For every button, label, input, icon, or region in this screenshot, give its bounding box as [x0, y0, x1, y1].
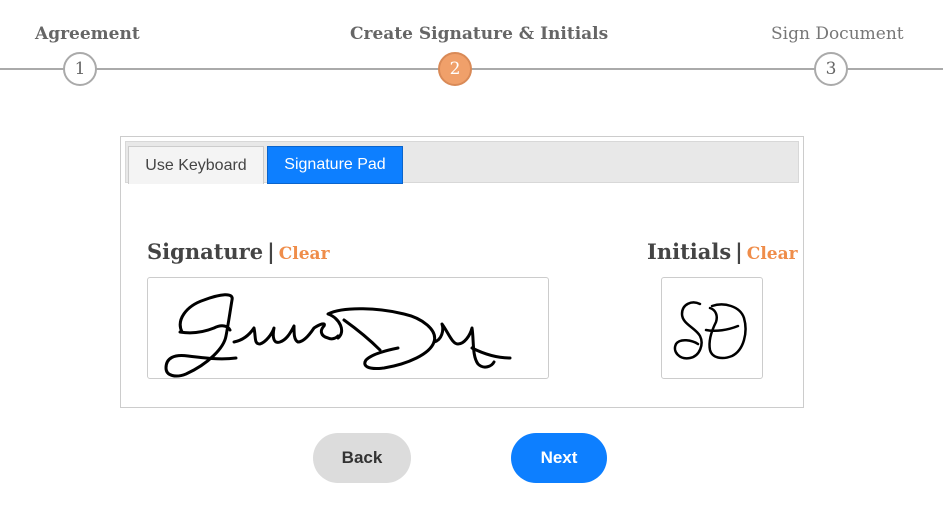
- signature-card: Use Keyboard Signature Pad Signature | Cle…: [120, 136, 804, 408]
- initials-pad-canvas[interactable]: [661, 277, 763, 379]
- initials-label: Initials: [647, 239, 732, 264]
- step-circle-2: 2: [438, 52, 472, 86]
- tab-bar: Use Keyboard Signature Pad: [125, 141, 799, 184]
- tab-signature-pad[interactable]: Signature Pad: [267, 146, 403, 184]
- progress-stepper: Agreement 1 Create Signature & Initials …: [0, 0, 943, 100]
- initials-drawing: [673, 301, 747, 360]
- signature-drawing: [164, 293, 512, 378]
- step-label-sign-document: Sign Document: [771, 24, 904, 44]
- signature-separator: |: [267, 239, 275, 264]
- step-label-create-signature: Create Signature & Initials: [350, 24, 609, 44]
- step-circle-1: 1: [63, 52, 97, 86]
- signature-heading: Signature | Clear: [147, 239, 330, 264]
- signature-pad-canvas[interactable]: [147, 277, 549, 379]
- tab-use-keyboard[interactable]: Use Keyboard: [128, 146, 264, 184]
- initials-separator: |: [735, 239, 743, 264]
- signature-clear-link[interactable]: Clear: [279, 244, 330, 264]
- step-label-agreement: Agreement: [35, 24, 140, 44]
- initials-heading: Initials | Clear: [647, 239, 798, 264]
- back-button[interactable]: Back: [313, 433, 411, 483]
- next-button[interactable]: Next: [511, 433, 607, 483]
- initials-clear-link[interactable]: Clear: [747, 244, 798, 264]
- signature-label: Signature: [147, 239, 264, 264]
- step-circle-3: 3: [814, 52, 848, 86]
